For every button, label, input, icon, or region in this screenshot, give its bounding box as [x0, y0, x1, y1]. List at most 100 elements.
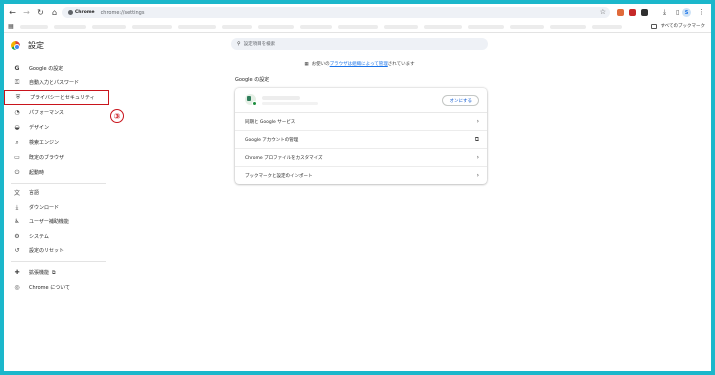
shield-icon: ⛨: [15, 93, 21, 101]
back-icon[interactable]: ←: [7, 4, 18, 21]
sidebar-item-about[interactable]: ◎ Chrome について: [4, 281, 108, 294]
bookmark-item[interactable]: [258, 25, 294, 29]
sidebar-item-label: 設定のリセット: [29, 248, 65, 254]
apps-icon[interactable]: ▦: [8, 23, 14, 30]
google-g-icon: G: [14, 65, 20, 72]
all-bookmarks-button[interactable]: すべてのブックマーク: [651, 23, 705, 29]
sidebar-item-label: Chrome について: [29, 285, 71, 291]
address-bar[interactable]: Chrome chrome://settings ☆: [62, 7, 610, 18]
search-icon: ⌕: [15, 138, 19, 146]
bookmark-item[interactable]: [424, 25, 462, 29]
row-import-bookmarks[interactable]: ブックマークと設定のインポート ›: [235, 167, 487, 184]
sidebar-item-extensions[interactable]: ✚ 拡張機能 ⧉: [4, 266, 108, 279]
settings-search-input[interactable]: ⚲ 設定項目を検索: [231, 38, 488, 50]
chrome-icon: ◎: [14, 284, 20, 291]
all-bookmarks-label: すべてのブックマーク: [660, 24, 705, 29]
chevron-right-icon: ›: [476, 118, 479, 125]
accessibility-icon: ♿: [14, 218, 20, 225]
building-icon: ▦: [304, 62, 309, 67]
bookmark-item[interactable]: [510, 25, 544, 29]
bookmark-item[interactable]: [92, 25, 126, 29]
menu-icon[interactable]: ⋮: [698, 7, 705, 18]
managed-notice: ▦ お使いのブラウザは組織によって管理されています: [231, 61, 488, 67]
turn-on-sync-button[interactable]: オンにする: [442, 95, 479, 106]
sidebar-item-label: システム: [29, 234, 49, 240]
bookmark-item[interactable]: [338, 25, 378, 29]
browser-window-icon: ▭: [14, 154, 20, 161]
sidebar-item-label: 既定のブラウザ: [29, 155, 65, 161]
step-marker: ③: [110, 109, 124, 123]
reset-icon: ↺: [14, 247, 20, 254]
sidebar-item-reset[interactable]: ↺ 設定のリセット: [4, 244, 108, 257]
row-label: Google アカウントの管理: [245, 137, 299, 143]
sidepanel-icon[interactable]: ▯: [676, 7, 679, 18]
sidebar-divider: [11, 183, 106, 184]
sidebar-item-label: パフォーマンス: [29, 110, 64, 116]
sidebar-item-performance[interactable]: ◔ パフォーマンス: [4, 106, 108, 119]
sidebar-item-google[interactable]: G Google の設定: [4, 62, 108, 75]
sidebar-item-languages[interactable]: 文 言語: [4, 186, 108, 199]
sidebar-item-default-browser[interactable]: ▭ 既定のブラウザ: [4, 151, 108, 164]
sidebar-item-appearance[interactable]: ◒ デザイン: [4, 121, 108, 134]
managed-link[interactable]: ブラウザは組織によって管理: [330, 62, 388, 67]
search-icon: ⚲: [237, 41, 241, 47]
bookmark-item[interactable]: [592, 25, 622, 29]
bookmark-item[interactable]: [222, 25, 252, 29]
external-link-icon: ⧉: [52, 269, 56, 276]
row-customize-profile[interactable]: Chrome プロファイルをカスタマイズ ›: [235, 149, 487, 167]
url-text[interactable]: chrome://settings: [101, 10, 145, 16]
chrome-small-icon: [68, 10, 73, 15]
bookmark-item[interactable]: [300, 25, 332, 29]
download-icon[interactable]: ⤓: [663, 7, 666, 18]
sidebar-item-label: ユーザー補助機能: [29, 219, 69, 225]
bookmark-item[interactable]: [132, 25, 172, 29]
sidebar-item-label: 言語: [29, 190, 40, 196]
bookmark-item[interactable]: [550, 25, 586, 29]
bookmark-item[interactable]: [384, 25, 418, 29]
home-icon[interactable]: ⌂: [49, 4, 60, 21]
sidebar-item-autofill[interactable]: ⚿ 自動入力とパスワード: [4, 76, 108, 89]
bookmark-star-icon[interactable]: ☆: [600, 8, 606, 17]
key-icon: ⚿: [14, 78, 20, 86]
bookmark-item[interactable]: [20, 25, 48, 29]
bookmark-item[interactable]: [178, 25, 216, 29]
omnibox-badge-label: Chrome: [75, 10, 95, 15]
speedometer-icon: ◔: [14, 109, 20, 116]
bookmark-item[interactable]: [54, 25, 86, 29]
extension-icon-1[interactable]: [617, 9, 624, 16]
palette-icon: ◒: [14, 124, 20, 131]
language-icon: 文: [13, 190, 20, 197]
sidebar-item-on-startup[interactable]: ⏻ 起動時: [4, 166, 108, 179]
extension-icon-2[interactable]: [629, 9, 636, 16]
omnibox-chrome-badge[interactable]: Chrome: [66, 8, 97, 17]
chevron-right-icon: ›: [476, 172, 479, 179]
row-label: Chrome プロファイルをカスタマイズ: [245, 155, 323, 161]
sidebar-item-label: 自動入力とパスワード: [29, 80, 80, 86]
search-placeholder: 設定項目を検索: [243, 42, 276, 47]
sidebar-item-downloads[interactable]: ⤓ ダウンロード: [4, 201, 108, 214]
sidebar-item-label: Google の設定: [29, 66, 64, 72]
row-sync-google-services[interactable]: 同期と Google サービス ›: [235, 113, 487, 131]
profile-avatar[interactable]: S: [682, 8, 691, 17]
sidebar-item-system[interactable]: ⚙ システム: [4, 230, 108, 243]
extension-icon-3[interactable]: [641, 9, 648, 16]
managed-prefix: お使いの: [311, 62, 330, 67]
reload-icon[interactable]: ↻: [35, 4, 46, 21]
folder-icon: [651, 23, 658, 29]
bookmark-item[interactable]: [468, 25, 504, 29]
sidebar-item-label: デザイン: [29, 125, 50, 131]
bookmark-bar: ▦ すべてのブックマーク: [4, 21, 711, 33]
wrench-icon: ⚙: [14, 233, 20, 240]
sidebar-item-search-engine[interactable]: ⌕ 検索エンジン: [4, 136, 108, 149]
settings-header: 設定: [11, 40, 44, 51]
sidebar-item-accessibility[interactable]: ♿ ユーザー補助機能: [4, 215, 108, 228]
sidebar-item-label: 拡張機能: [29, 270, 50, 276]
forward-icon[interactable]: →: [21, 4, 32, 21]
download-icon: ⤓: [15, 203, 19, 211]
account-avatar: [245, 94, 257, 106]
google-settings-card: オンにする 同期と Google サービス › Google アカウントの管理 …: [235, 88, 487, 184]
row-manage-google-account[interactable]: Google アカウントの管理 ⧉: [235, 131, 487, 149]
sidebar-item-privacy[interactable]: ⛨ プライバシーとセキュリティ: [4, 90, 109, 105]
puzzle-icon: ✚: [14, 269, 20, 276]
sidebar-item-label: 検索エンジン: [29, 140, 60, 146]
